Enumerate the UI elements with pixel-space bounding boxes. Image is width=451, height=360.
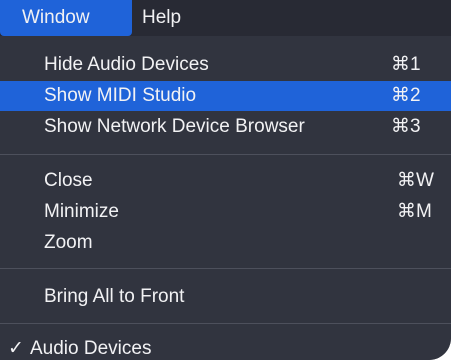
menu-item-label: Minimize [44, 201, 119, 222]
menu-item-hide-audio-devices[interactable]: Hide Audio Devices ⌘1 [0, 50, 451, 80]
menu-item-audio-devices[interactable]: ✓ Audio Devices [0, 334, 451, 360]
menubar-window[interactable]: Window [0, 0, 132, 36]
menu-bar: Window Help [0, 0, 451, 36]
menu-item-label: Close [44, 170, 93, 191]
menu-separator [0, 323, 451, 324]
menu-separator [0, 268, 451, 269]
menu-item-shortcut: ⌘2 [391, 85, 421, 106]
menu-item-show-midi-studio[interactable]: Show MIDI Studio ⌘2 [0, 81, 451, 111]
menu-item-minimize[interactable]: Minimize ⌘M [0, 197, 451, 227]
window-dropdown-menu: Hide Audio Devices ⌘1 Show MIDI Studio ⌘… [0, 36, 451, 360]
checkmark-icon: ✓ [8, 338, 24, 359]
menu-item-label: Show MIDI Studio [44, 85, 197, 106]
menubar-help[interactable]: Help [132, 0, 191, 36]
menu-item-label: Zoom [44, 232, 93, 253]
menu-item-bring-all-to-front[interactable]: Bring All to Front [0, 282, 451, 312]
menu-item-shortcut: ⌘3 [391, 116, 421, 137]
menu-item-zoom[interactable]: Zoom [0, 228, 451, 258]
menu-item-label: Audio Devices [30, 338, 152, 359]
menu-item-show-network-device-browser[interactable]: Show Network Device Browser ⌘3 [0, 112, 451, 142]
menu-separator [0, 154, 451, 155]
menu-item-shortcut: ⌘M [397, 201, 432, 222]
menu-item-label: Show Network Device Browser [44, 116, 305, 137]
menu-item-label: Hide Audio Devices [44, 54, 209, 75]
menu-item-shortcut: ⌘1 [391, 54, 421, 75]
menu-window: Window Help Hide Audio Devices ⌘1 Show M… [0, 0, 451, 360]
menu-item-label: Bring All to Front [44, 286, 185, 307]
menu-item-shortcut: ⌘W [397, 170, 434, 191]
menu-item-close[interactable]: Close ⌘W [0, 166, 451, 196]
